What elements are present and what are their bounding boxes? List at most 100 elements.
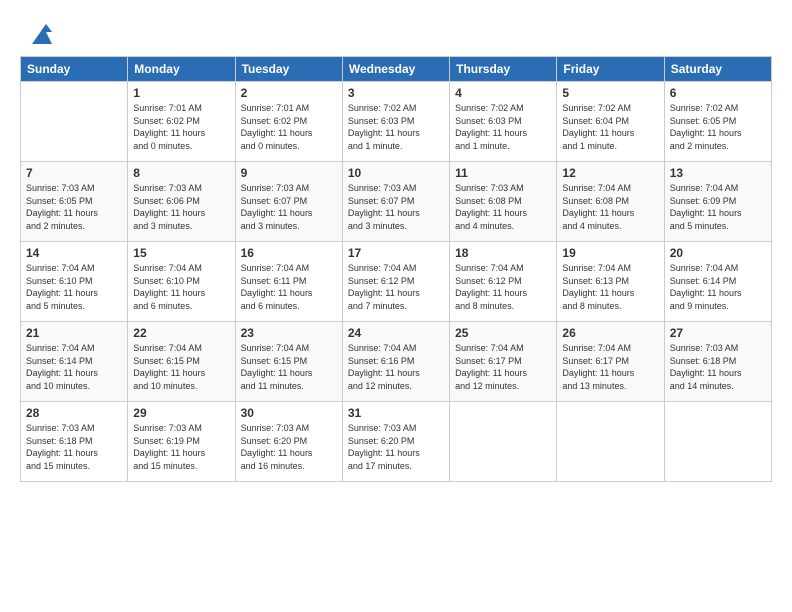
day-info: Sunrise: 7:04 AM Sunset: 6:08 PM Dayligh… <box>562 182 658 232</box>
day-number: 27 <box>670 326 766 340</box>
day-number: 1 <box>133 86 229 100</box>
day-cell: 12 Sunrise: 7:04 AM Sunset: 6:08 PM Dayli… <box>557 162 664 242</box>
day-info: Sunrise: 7:04 AM Sunset: 6:12 PM Dayligh… <box>455 262 551 312</box>
day-number: 2 <box>241 86 337 100</box>
day-number: 26 <box>562 326 658 340</box>
day-info: Sunrise: 7:01 AM Sunset: 6:02 PM Dayligh… <box>241 102 337 152</box>
day-info: Sunrise: 7:03 AM Sunset: 6:07 PM Dayligh… <box>241 182 337 232</box>
day-info: Sunrise: 7:03 AM Sunset: 6:08 PM Dayligh… <box>455 182 551 232</box>
day-number: 29 <box>133 406 229 420</box>
day-cell: 31 Sunrise: 7:03 AM Sunset: 6:20 PM Dayli… <box>342 402 449 482</box>
day-info: Sunrise: 7:04 AM Sunset: 6:11 PM Dayligh… <box>241 262 337 312</box>
day-info: Sunrise: 7:02 AM Sunset: 6:05 PM Dayligh… <box>670 102 766 152</box>
day-number: 28 <box>26 406 122 420</box>
day-cell: 1Sunrise: 7:01 AM Sunset: 6:02 PM Daylig… <box>128 82 235 162</box>
column-header-saturday: Saturday <box>664 57 771 82</box>
column-header-thursday: Thursday <box>450 57 557 82</box>
day-info: Sunrise: 7:02 AM Sunset: 6:03 PM Dayligh… <box>348 102 444 152</box>
day-info: Sunrise: 7:03 AM Sunset: 6:20 PM Dayligh… <box>241 422 337 472</box>
day-cell: 28 Sunrise: 7:03 AM Sunset: 6:18 PM Dayli… <box>21 402 128 482</box>
day-info: Sunrise: 7:02 AM Sunset: 6:04 PM Dayligh… <box>562 102 658 152</box>
day-info: Sunrise: 7:04 AM Sunset: 6:16 PM Dayligh… <box>348 342 444 392</box>
day-number: 3 <box>348 86 444 100</box>
page-header <box>20 16 772 46</box>
day-cell: 15 Sunrise: 7:04 AM Sunset: 6:10 PM Dayli… <box>128 242 235 322</box>
day-number: 16 <box>241 246 337 260</box>
week-row-1: 1 Sunrise: 7:01 AM Sunset: 6:02 PM Daylig… <box>21 82 772 162</box>
day-info: Sunrise: 7:04 AM Sunset: 6:15 PM Dayligh… <box>241 342 337 392</box>
day-info: Sunrise: 7:03 AM Sunset: 6:05 PM Dayligh… <box>26 182 122 232</box>
calendar-table: SundayMondayTuesdayWednesdayThursdayFrid… <box>20 56 772 482</box>
day-cell: 23 Sunrise: 7:04 AM Sunset: 6:15 PM Dayli… <box>235 322 342 402</box>
day-number: 18 <box>455 246 551 260</box>
column-header-sunday: Sunday <box>21 57 128 82</box>
week-row-3: 14 Sunrise: 7:04 AM Sunset: 6:10 PM Dayli… <box>21 242 772 322</box>
day-number: 19 <box>562 246 658 260</box>
day-info: Sunrise: 7:03 AM Sunset: 6:20 PM Dayligh… <box>348 422 444 472</box>
day-cell: 5 Sunrise: 7:02 AM Sunset: 6:04 PM Daylig… <box>557 82 664 162</box>
day-info: Sunrise: 7:03 AM Sunset: 6:06 PM Dayligh… <box>133 182 229 232</box>
day-cell: 10 Sunrise: 7:03 AM Sunset: 6:07 PM Dayli… <box>342 162 449 242</box>
day-cell: 21 Sunrise: 7:04 AM Sunset: 6:14 PM Dayli… <box>21 322 128 402</box>
day-info: Sunrise: 7:04 AM Sunset: 6:14 PM Dayligh… <box>670 262 766 312</box>
day-number: 10 <box>348 166 444 180</box>
day-cell: 30 Sunrise: 7:03 AM Sunset: 6:20 PM Dayli… <box>235 402 342 482</box>
day-number: 25 <box>455 326 551 340</box>
day-info: Sunrise: 7:04 AM Sunset: 6:10 PM Dayligh… <box>26 262 122 312</box>
day-info: Sunrise: 7:04 AM Sunset: 6:17 PM Dayligh… <box>562 342 658 392</box>
day-number: 22 <box>133 326 229 340</box>
day-number: 23 <box>241 326 337 340</box>
day-number: 14 <box>26 246 122 260</box>
day-number: 12 <box>562 166 658 180</box>
day-cell: 22 Sunrise: 7:04 AM Sunset: 6:15 PM Dayli… <box>128 322 235 402</box>
day-info: Sunrise: 7:03 AM Sunset: 6:19 PM Dayligh… <box>133 422 229 472</box>
day-info: Sunrise: 7:04 AM Sunset: 6:10 PM Dayligh… <box>133 262 229 312</box>
day-cell: 7 Sunrise: 7:03 AM Sunset: 6:05 PM Daylig… <box>21 162 128 242</box>
day-number: 30 <box>241 406 337 420</box>
day-info: Sunrise: 7:03 AM Sunset: 6:18 PM Dayligh… <box>26 422 122 472</box>
logo <box>20 16 54 46</box>
week-row-4: 21 Sunrise: 7:04 AM Sunset: 6:14 PM Dayli… <box>21 322 772 402</box>
day-number: 9 <box>241 166 337 180</box>
day-info: Sunrise: 7:03 AM Sunset: 6:07 PM Dayligh… <box>348 182 444 232</box>
day-cell: 16 Sunrise: 7:04 AM Sunset: 6:11 PM Dayli… <box>235 242 342 322</box>
day-number: 24 <box>348 326 444 340</box>
day-number: 13 <box>670 166 766 180</box>
day-cell: 18 Sunrise: 7:04 AM Sunset: 6:12 PM Dayli… <box>450 242 557 322</box>
day-cell: 6 Sunrise: 7:02 AM Sunset: 6:05 PM Daylig… <box>664 82 771 162</box>
day-number: 21 <box>26 326 122 340</box>
day-number: 15 <box>133 246 229 260</box>
day-cell: 25Sunrise: 7:04 AM Sunset: 6:17 PM Dayli… <box>450 322 557 402</box>
column-header-wednesday: Wednesday <box>342 57 449 82</box>
logo-icon <box>24 16 54 46</box>
day-number: 17 <box>348 246 444 260</box>
column-header-monday: Monday <box>128 57 235 82</box>
day-cell: 26 Sunrise: 7:04 AM Sunset: 6:17 PM Dayli… <box>557 322 664 402</box>
column-header-friday: Friday <box>557 57 664 82</box>
calendar-page: SundayMondayTuesdayWednesdayThursdayFrid… <box>0 0 792 612</box>
day-number: 20 <box>670 246 766 260</box>
day-cell: 13 Sunrise: 7:04 AM Sunset: 6:09 PM Dayli… <box>664 162 771 242</box>
day-info: Sunrise: 7:02 AM Sunset: 6:03 PM Dayligh… <box>455 102 551 152</box>
day-number: 5 <box>562 86 658 100</box>
day-number: 4 <box>455 86 551 100</box>
day-cell: 24 Sunrise: 7:04 AM Sunset: 6:16 PM Dayli… <box>342 322 449 402</box>
header-row: SundayMondayTuesdayWednesdayThursdayFrid… <box>21 57 772 82</box>
day-info: Sunrise: 7:04 AM Sunset: 6:14 PM Dayligh… <box>26 342 122 392</box>
day-cell: 3 Sunrise: 7:02 AM Sunset: 6:03 PM Daylig… <box>342 82 449 162</box>
day-cell <box>21 82 128 162</box>
day-number: 7 <box>26 166 122 180</box>
day-info: Sunrise: 7:04 AM Sunset: 6:15 PM Dayligh… <box>133 342 229 392</box>
day-cell: 27 Sunrise: 7:03 AM Sunset: 6:18 PM Dayli… <box>664 322 771 402</box>
day-cell: 14 Sunrise: 7:04 AM Sunset: 6:10 PM Dayli… <box>21 242 128 322</box>
day-cell <box>664 402 771 482</box>
day-number: 6 <box>670 86 766 100</box>
day-cell <box>450 402 557 482</box>
day-cell: 11Sunrise: 7:03 AM Sunset: 6:08 PM Dayli… <box>450 162 557 242</box>
day-cell: 17Sunrise: 7:04 AM Sunset: 6:12 PM Dayli… <box>342 242 449 322</box>
day-cell: 9 Sunrise: 7:03 AM Sunset: 6:07 PM Daylig… <box>235 162 342 242</box>
week-row-2: 7 Sunrise: 7:03 AM Sunset: 6:05 PM Daylig… <box>21 162 772 242</box>
day-info: Sunrise: 7:03 AM Sunset: 6:18 PM Dayligh… <box>670 342 766 392</box>
day-info: Sunrise: 7:04 AM Sunset: 6:09 PM Dayligh… <box>670 182 766 232</box>
day-number: 31 <box>348 406 444 420</box>
